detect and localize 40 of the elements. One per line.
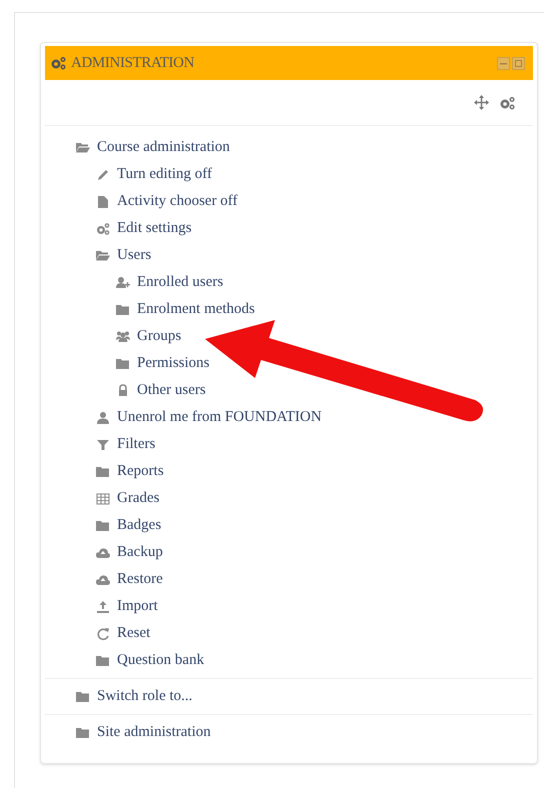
lock-icon bbox=[116, 384, 130, 398]
move-icon[interactable] bbox=[474, 95, 489, 110]
tree-item-link[interactable]: Enrolled users bbox=[137, 271, 224, 294]
users-icon bbox=[116, 330, 130, 344]
tree-item-link[interactable]: Permissions bbox=[137, 352, 210, 375]
tree-item-link[interactable]: Course administration bbox=[97, 136, 230, 159]
pencil-icon bbox=[96, 168, 110, 182]
reset-icon bbox=[96, 626, 110, 640]
tree-item-link[interactable]: Activity chooser off bbox=[117, 190, 238, 213]
gears-icon bbox=[96, 222, 110, 236]
tree-item-link[interactable]: Import bbox=[117, 595, 158, 618]
cloud-icon bbox=[96, 572, 110, 586]
square-icon bbox=[515, 60, 522, 66]
tree-item-link[interactable]: Unenrol me from FOUNDATION bbox=[117, 406, 322, 429]
block-title: ADMINISTRATION bbox=[71, 54, 194, 73]
tree-item-link[interactable]: Users bbox=[117, 244, 152, 267]
gears-icon bbox=[50, 56, 67, 70]
tree-item-link[interactable]: Other users bbox=[137, 379, 206, 402]
filter-icon bbox=[96, 438, 110, 452]
tree-item-link[interactable]: Switch role to... bbox=[97, 685, 192, 708]
tree-item-link[interactable]: Turn editing off bbox=[117, 163, 212, 186]
tree-item-link[interactable]: Filters bbox=[117, 433, 156, 456]
tree-item-link[interactable]: Question bank bbox=[117, 649, 204, 672]
settings-icon[interactable] bbox=[499, 96, 516, 110]
tree-item-link[interactable]: Enrolment methods bbox=[137, 298, 255, 321]
cloud-icon bbox=[96, 546, 110, 560]
tree-item-link[interactable]: Grades bbox=[117, 487, 160, 510]
tree-item-link[interactable]: Reset bbox=[117, 622, 150, 645]
table-icon bbox=[96, 492, 110, 506]
tree-item-link[interactable]: Reports bbox=[117, 460, 164, 483]
tree-item-link[interactable]: Site administration bbox=[97, 721, 211, 744]
upload-icon bbox=[96, 600, 110, 614]
user-plus-icon bbox=[116, 276, 130, 290]
tree-item-link[interactable]: Edit settings bbox=[117, 217, 192, 240]
tree-item-link[interactable]: Groups bbox=[137, 325, 182, 348]
tree-item-link[interactable]: Restore bbox=[117, 568, 163, 591]
tree-item-link[interactable]: Badges bbox=[117, 514, 162, 537]
user-icon bbox=[96, 410, 110, 424]
file-icon bbox=[96, 194, 110, 208]
tree-item-link[interactable]: Backup bbox=[117, 541, 163, 564]
